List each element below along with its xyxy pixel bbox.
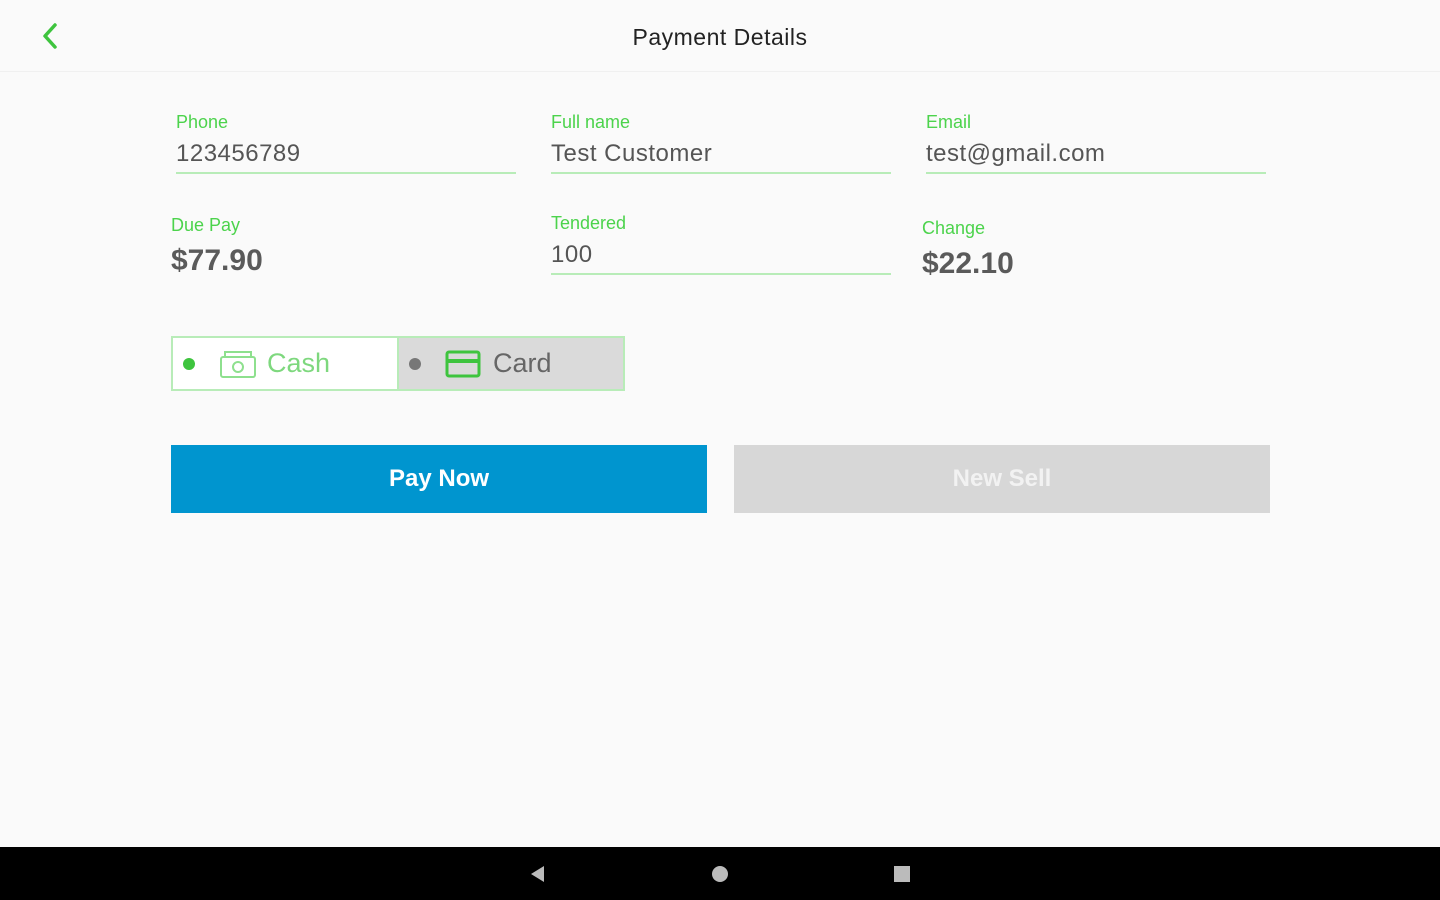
card-icon — [445, 349, 483, 379]
tendered-label: Tendered — [551, 213, 627, 233]
nav-back-button[interactable] — [508, 847, 568, 900]
phone-input[interactable] — [176, 134, 516, 174]
full-name-label: Full name — [551, 112, 631, 132]
nav-home-icon — [712, 865, 728, 882]
email-input[interactable] — [926, 134, 1266, 174]
full-name-field: Full name — [551, 112, 891, 174]
email-field: Email — [926, 112, 1266, 174]
payment-method-card[interactable]: Card — [397, 338, 623, 389]
cash-label: Cash — [267, 348, 331, 378]
change-value: $22.10 — [922, 247, 1014, 280]
system-nav-bar — [0, 847, 1440, 900]
pay-now-button[interactable]: Pay Now — [171, 445, 707, 513]
app-bar: Payment Details — [0, 0, 1440, 72]
payment-method-cash[interactable]: Cash — [173, 338, 397, 389]
payment-method-selector: Cash Card — [171, 336, 625, 391]
nav-recents-button[interactable] — [872, 847, 932, 900]
cash-icon — [219, 349, 257, 379]
page-title: Payment Details — [632, 24, 808, 50]
nav-recents-icon — [894, 865, 910, 882]
card-radio-dot — [409, 357, 421, 370]
tendered-input[interactable] — [551, 235, 891, 275]
change: Change $22.10 — [922, 218, 1014, 281]
nav-home-button[interactable] — [690, 847, 750, 900]
phone-field: Phone — [176, 112, 516, 174]
due-pay-value: $77.90 — [171, 244, 263, 277]
change-label: Change — [922, 218, 986, 238]
due-pay: Due Pay $77.90 — [171, 215, 263, 278]
due-pay-label: Due Pay — [171, 215, 241, 235]
new-sell-button[interactable]: New Sell — [734, 445, 1270, 513]
full-name-input[interactable] — [551, 134, 891, 174]
email-label: Email — [926, 112, 972, 132]
card-label: Card — [493, 348, 552, 378]
nav-back-icon — [531, 865, 544, 882]
tendered-field: Tendered — [551, 213, 891, 275]
phone-label: Phone — [176, 112, 229, 132]
cash-radio-dot — [183, 357, 195, 370]
